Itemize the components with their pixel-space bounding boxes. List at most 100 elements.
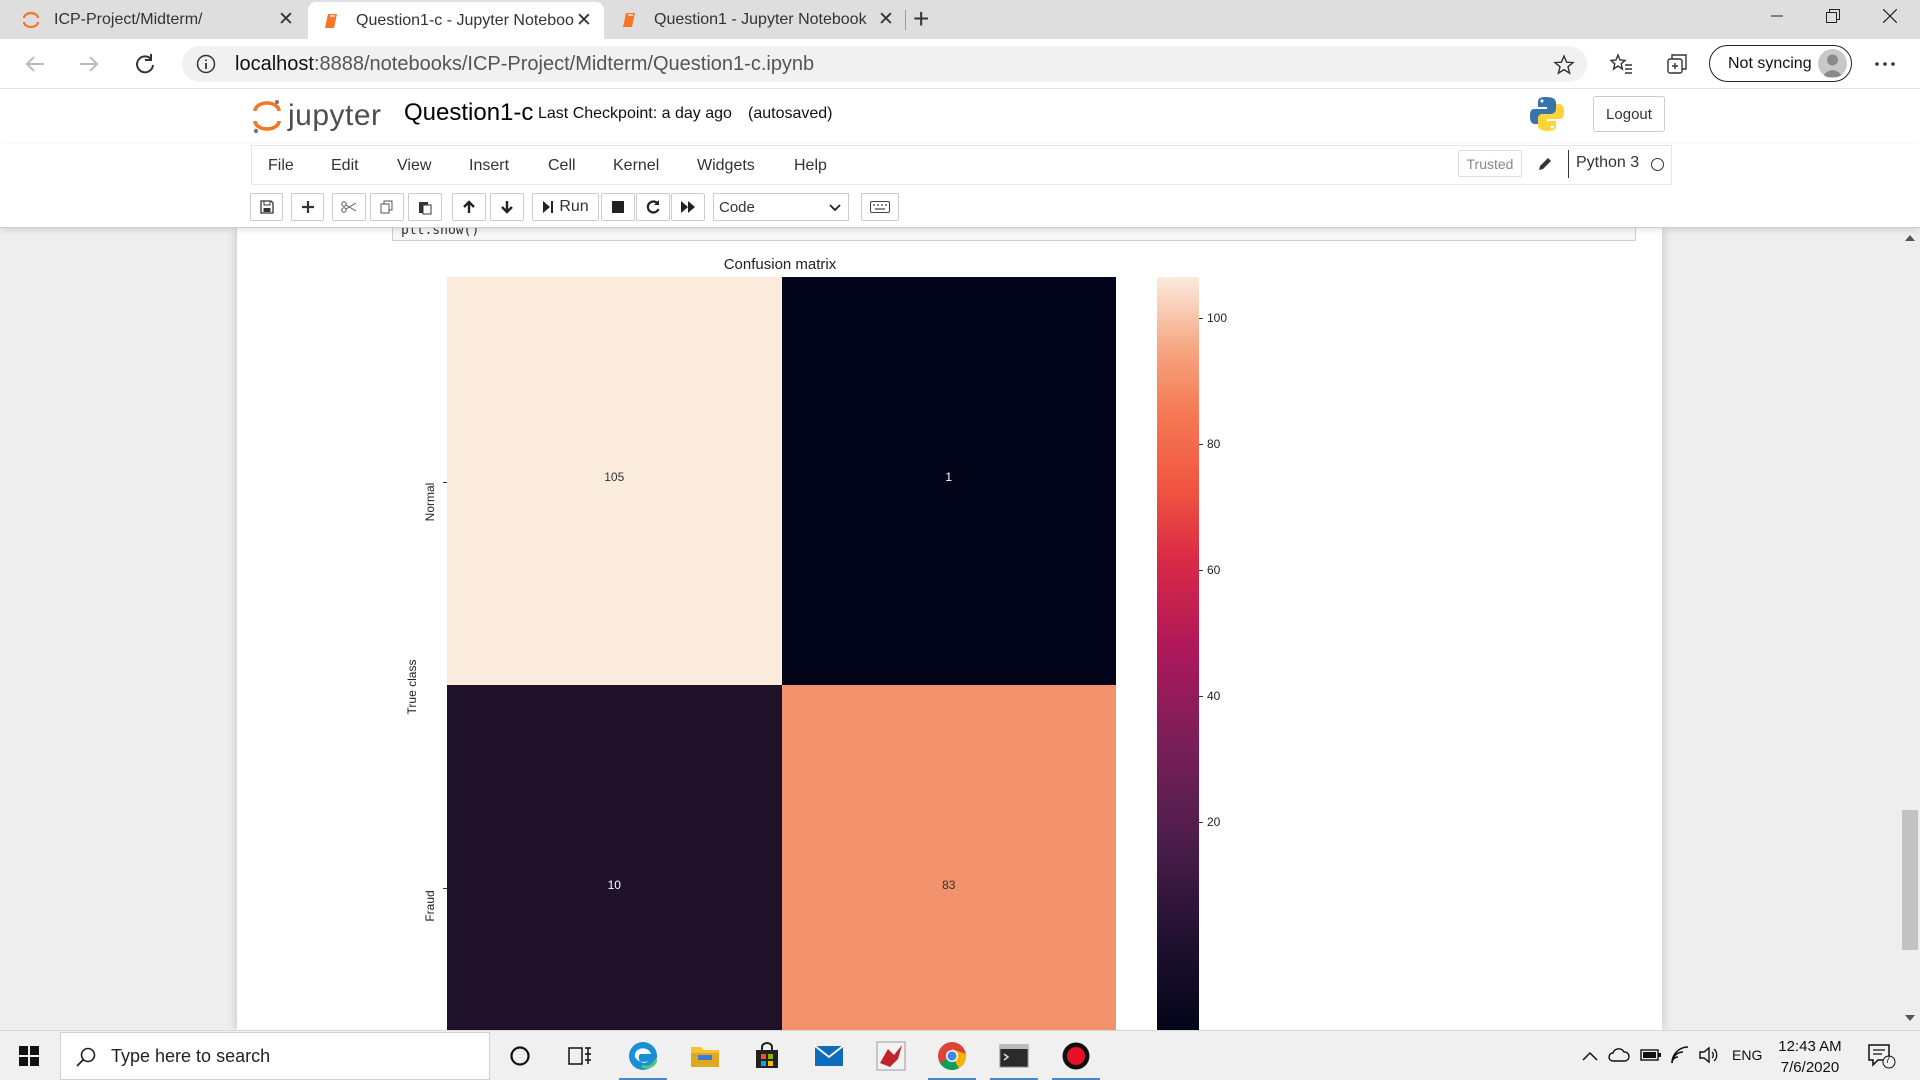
scrollbar-thumb[interactable] xyxy=(1902,810,1918,950)
minimize-icon xyxy=(1771,15,1783,17)
trusted-indicator[interactable]: Trusted xyxy=(1458,150,1522,177)
restart-button[interactable] xyxy=(636,193,670,221)
language-indicator[interactable]: ENG xyxy=(1732,1047,1762,1063)
app-icon xyxy=(876,1041,906,1071)
mail-icon xyxy=(814,1045,844,1066)
python-logo-icon xyxy=(1530,97,1564,131)
avatar xyxy=(1818,49,1847,78)
restart-run-all-button[interactable] xyxy=(671,193,705,221)
menu-cell[interactable]: Cell xyxy=(548,157,576,175)
chevron-up-icon[interactable] xyxy=(1582,1051,1598,1061)
taskbar-terminal[interactable] xyxy=(986,1031,1042,1080)
search-placeholder: Type here to search xyxy=(111,1046,271,1066)
volume-icon[interactable] xyxy=(1698,1046,1720,1064)
pencil-icon[interactable] xyxy=(1537,156,1553,172)
settings-menu-button[interactable] xyxy=(1868,47,1902,81)
minimize-button[interactable] xyxy=(1747,0,1807,32)
logout-button[interactable]: Logout xyxy=(1593,96,1665,132)
info-icon[interactable] xyxy=(196,54,216,74)
menu-widgets[interactable]: Widgets xyxy=(697,157,755,175)
save-button[interactable] xyxy=(250,193,283,221)
address-bar[interactable]: localhost:8888/notebooks/ICP-Project/Mid… xyxy=(182,46,1587,82)
tab-title: Question1-c - Jupyter Notebook xyxy=(356,11,574,29)
notebook-name[interactable]: Question1-c xyxy=(404,99,533,127)
colorbar-tick-label: 60 xyxy=(1207,563,1221,577)
restore-button[interactable] xyxy=(1803,0,1863,32)
start-button[interactable] xyxy=(0,1031,58,1080)
scissors-icon xyxy=(341,201,357,213)
menu-help[interactable]: Help xyxy=(794,157,827,175)
close-tab-icon[interactable]: ✕ xyxy=(276,8,296,31)
heatmap-cell-label: 10 xyxy=(607,878,621,892)
back-button[interactable] xyxy=(18,47,52,81)
windows-logo-icon xyxy=(19,1046,39,1066)
kernel-divider xyxy=(1568,150,1569,178)
scroll-up-icon[interactable] xyxy=(1905,234,1915,242)
new-tab-button[interactable]: + xyxy=(913,3,929,35)
action-center-button[interactable]: 7 xyxy=(1866,1042,1896,1070)
close-tab-icon[interactable]: ✕ xyxy=(574,9,594,32)
url-text[interactable]: localhost:8888/notebooks/ICP-Project/Mid… xyxy=(235,53,814,76)
menu-view[interactable]: View xyxy=(397,157,431,175)
menu-file[interactable]: File xyxy=(268,157,294,175)
cut-button[interactable] xyxy=(332,193,366,221)
colorbar-tick-label: 40 xyxy=(1207,689,1221,703)
cell-type-select[interactable]: Code xyxy=(713,193,849,221)
autosave-status: (autosaved) xyxy=(748,105,833,122)
taskbar-edge[interactable] xyxy=(615,1031,671,1080)
taskbar-chrome[interactable] xyxy=(924,1031,980,1080)
move-up-button[interactable] xyxy=(452,193,486,221)
run-button[interactable]: Run xyxy=(532,193,599,221)
restart-icon xyxy=(646,200,660,214)
cortana-icon xyxy=(510,1046,530,1066)
paste-button[interactable] xyxy=(408,193,442,221)
menu-edit[interactable]: Edit xyxy=(331,157,359,175)
browser-tab-strip: ICP-Project/Midterm/ ✕ Question1-c - Jup… xyxy=(0,0,1920,39)
battery-icon[interactable] xyxy=(1640,1048,1662,1062)
notification-icon xyxy=(1868,1044,1896,1069)
colorbar-tick xyxy=(1199,570,1203,571)
profile-sync-button[interactable]: Not syncing xyxy=(1709,45,1852,82)
jupyter-logo-icon xyxy=(253,100,281,134)
cortana-button[interactable] xyxy=(492,1031,548,1080)
menu-insert[interactable]: Insert xyxy=(469,157,509,175)
command-palette-button[interactable] xyxy=(861,193,899,221)
forward-arrow-icon xyxy=(80,56,99,72)
scroll-down-icon[interactable] xyxy=(1905,1014,1915,1022)
favorites-button[interactable] xyxy=(1604,47,1638,81)
clock[interactable]: 12:43 AM 7/6/2020 xyxy=(1772,1036,1848,1078)
paste-icon xyxy=(419,201,432,214)
code-cell-input[interactable]: plt.show() xyxy=(392,228,1636,241)
taskbar-recorder[interactable] xyxy=(1048,1031,1104,1080)
move-down-button[interactable] xyxy=(490,193,524,221)
taskbar-file-explorer[interactable] xyxy=(677,1031,733,1080)
taskbar-mail[interactable] xyxy=(801,1031,857,1080)
close-window-button[interactable] xyxy=(1860,0,1920,32)
collections-button[interactable] xyxy=(1660,47,1694,81)
checkpoint-status: Last Checkpoint: a day ago xyxy=(538,105,732,122)
refresh-icon xyxy=(136,54,154,74)
interrupt-button[interactable] xyxy=(601,193,635,221)
folder-icon xyxy=(691,1047,719,1067)
taskbar-store[interactable] xyxy=(739,1031,795,1080)
insert-cell-button[interactable] xyxy=(291,193,324,221)
task-view-button[interactable] xyxy=(552,1031,608,1080)
jupyter-logo[interactable]: jupyter xyxy=(252,97,382,135)
forward-button[interactable] xyxy=(72,47,106,81)
task-view-icon xyxy=(568,1047,591,1065)
y-tick-label: Fraud xyxy=(423,890,437,922)
wifi-icon[interactable] xyxy=(1670,1045,1690,1065)
copy-button[interactable] xyxy=(370,193,404,221)
kernel-name[interactable]: Python 3 xyxy=(1576,154,1639,172)
onedrive-icon[interactable] xyxy=(1608,1047,1630,1063)
heatmap-cell-label: 1 xyxy=(945,470,953,484)
refresh-button[interactable] xyxy=(128,47,162,81)
taskbar-search-box[interactable]: Type here to search xyxy=(60,1032,490,1080)
tab-question1[interactable]: Question1 - Jupyter Notebook ✕ xyxy=(606,0,906,39)
favorite-star-icon[interactable] xyxy=(1553,54,1575,76)
menu-kernel[interactable]: Kernel xyxy=(613,157,659,175)
tab-question1c[interactable]: Question1-c - Jupyter Notebook ✕ xyxy=(308,2,604,39)
close-tab-icon[interactable]: ✕ xyxy=(876,8,896,31)
tab-midterm-folder[interactable]: ICP-Project/Midterm/ ✕ xyxy=(0,0,306,39)
taskbar-app-red[interactable] xyxy=(863,1031,919,1080)
